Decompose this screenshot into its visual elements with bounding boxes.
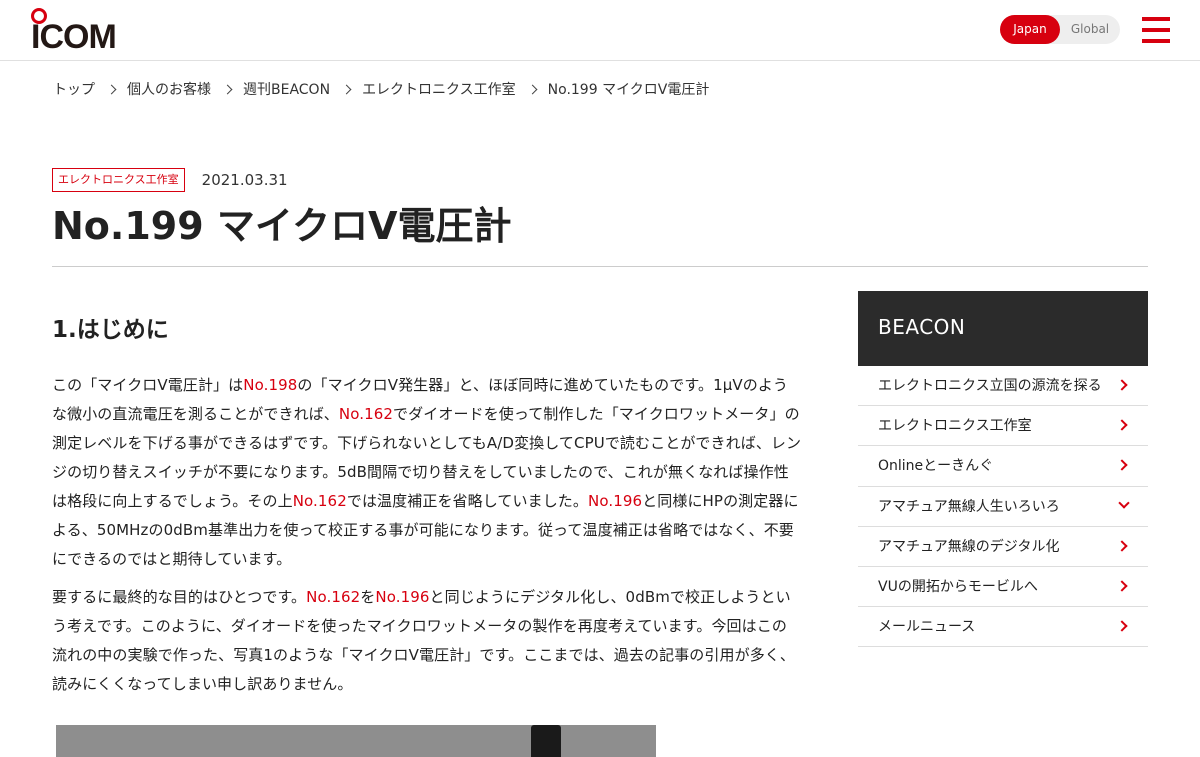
sidebar-item-label: エレクトロニクス工作室 [878,418,1032,435]
category-tag[interactable]: エレクトロニクス工作室 [52,167,185,192]
sidebar-item-mail-news[interactable]: メールニュース [858,607,1148,648]
region-japan-button[interactable]: Japan [1000,15,1060,44]
link-no196[interactable]: No.196 [588,492,642,510]
post-date: 2021.03.31 [201,170,288,189]
breadcrumb: トップ 個人のお客様 週刊BEACON エレクトロニクス工作室 No.199 マ… [53,79,709,99]
link-no162[interactable]: No.162 [293,492,347,510]
sidebar-item-label: アマチュア無線のデジタル化 [878,538,1060,555]
breadcrumb-current: No.199 マイクロV電圧計 [547,82,710,98]
chevron-right-icon [1116,540,1128,552]
chevron-right-icon [222,84,233,94]
menu-icon[interactable] [1142,17,1170,43]
text-run: では温度補正を省略していました。 [346,492,588,510]
sidebar-item-ham-digital[interactable]: アマチュア無線のデジタル化 [858,527,1148,567]
sidebar-item-online-talking[interactable]: Onlineとーきんぐ [858,446,1148,487]
site-header: ICOM Japan Global [0,0,1200,61]
paragraph-2: 要するに最終的な目的はひとつです。No.162をNo.196と同じようにデジタル… [52,583,802,699]
chevron-right-icon [1116,580,1128,592]
icom-logo[interactable]: ICOM [30,8,122,56]
photo-connector [531,725,561,757]
sidebar-item-label: VUの開拓からモービルへ [878,578,1038,595]
logo-text: ICOM [31,18,117,56]
title-divider [52,266,1148,267]
sidebar-title: BEACON [858,291,1148,366]
sidebar-item-electronics-workshop[interactable]: エレクトロニクス工作室 [858,406,1148,447]
chevron-right-icon [1116,419,1128,431]
breadcrumb-electronics[interactable]: エレクトロニクス工作室 [362,79,516,99]
chevron-right-icon [527,84,538,94]
chevron-right-icon [106,84,117,94]
breadcrumb-top[interactable]: トップ [53,79,95,99]
sidebar-item-label: アマチュア無線人生いろいろ [878,498,1060,515]
sidebar-item-label: エレクトロニクス立国の源流を探る [878,378,1102,394]
sidebar-item-label: Onlineとーきんぐ [878,458,994,475]
link-no198[interactable]: No.198 [243,376,297,394]
sidebar-item-ham-life[interactable]: アマチュア無線人生いろいろ [858,487,1148,527]
breadcrumb-personal[interactable]: 個人のお客様 [127,79,211,99]
link-no162[interactable]: No.162 [306,588,360,606]
region-global-button[interactable]: Global [1060,15,1120,44]
text-run: を [360,588,376,606]
breadcrumb-beacon[interactable]: 週刊BEACON [243,79,330,99]
text-run: 要するに最終的な目的はひとつです。 [52,588,307,606]
paragraph-1: この「マイクロV電圧計」はNo.198の「マイクロV発生器」と、ほぼ同時に進めて… [52,371,802,574]
link-no196[interactable]: No.196 [375,588,429,606]
sidebar-item-label: メールニュース [878,619,976,636]
sidebar-item-electronics-origins[interactable]: エレクトロニクス立国の源流を探る [858,366,1148,407]
section-heading: 1.はじめに [52,317,169,343]
page-title: No.199 マイクロV電圧計 [52,204,512,248]
article-body: 1.はじめに この「マイクロV電圧計」はNo.198の「マイクロV発生器」と、ほ… [52,312,802,699]
sidebar-item-vu-mobile[interactable]: VUの開拓からモービルへ [858,567,1148,608]
chevron-right-icon [1116,379,1128,391]
chevron-right-icon [1116,459,1128,472]
region-switcher: Japan Global [1000,15,1120,44]
article-photo [56,725,656,757]
link-no162[interactable]: No.162 [339,405,393,423]
article-meta: エレクトロニクス工作室 2021.03.31 [52,167,288,192]
chevron-right-icon [1116,620,1128,632]
chevron-down-icon [1118,496,1130,509]
text-run: この「マイクロV電圧計」は [52,376,244,394]
chevron-right-icon [341,84,352,94]
beacon-sidebar: BEACON エレクトロニクス立国の源流を探る エレクトロニクス工作室 Onli… [858,291,1148,648]
